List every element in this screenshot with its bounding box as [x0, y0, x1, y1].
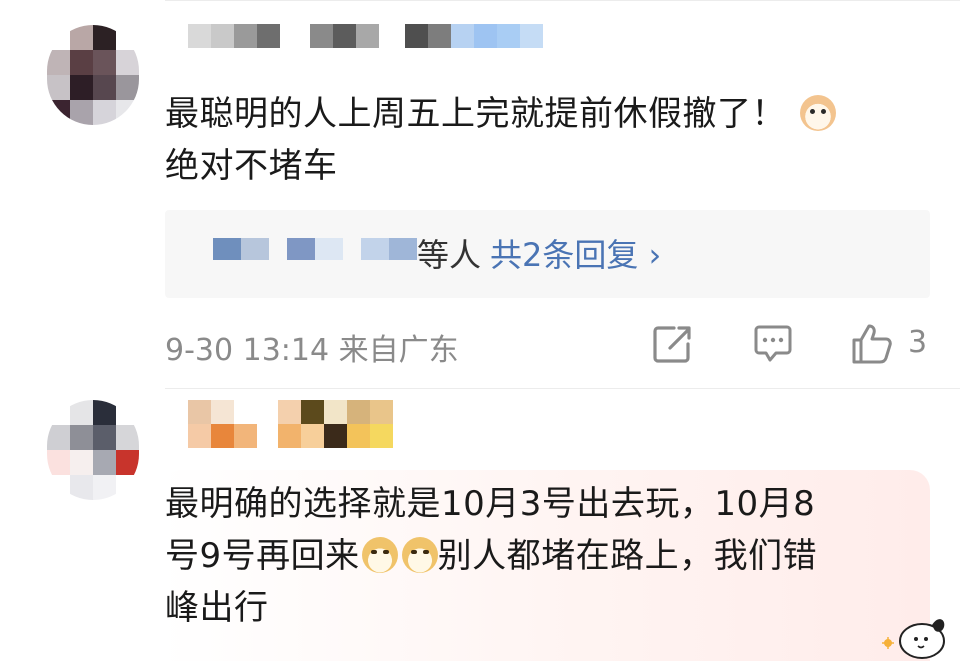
reply-preview-box[interactable]: 等人 共2条回复 › [165, 210, 930, 298]
doge-emoji-icon [401, 537, 438, 573]
like-count: 3 [908, 325, 928, 360]
view-replies-link[interactable]: 共2条回复 › [490, 230, 661, 276]
cat-face-emoji-icon [800, 95, 836, 131]
comment-line-3: 峰出行 [165, 588, 269, 628]
username-blurred[interactable] [188, 24, 543, 72]
chevron-right-icon: › [648, 236, 662, 274]
comment-line-2a: 号9号再回来 [165, 536, 360, 576]
top-divider [165, 0, 960, 1]
comment-line-1: 最明确的选择就是10月3号出去玩，10月8 [165, 484, 816, 524]
reply-users-suffix: 等人 [417, 236, 482, 274]
like-icon[interactable] [850, 322, 894, 366]
comment-timestamp-location: 9-30 13:14 来自广东 [165, 333, 459, 368]
comment-line-1: 最聪明的人上周五上完就提前休假撤了！ [165, 94, 786, 134]
comment-line-2b: 别人都堵在路上，我们错 [437, 536, 818, 576]
comment-line-2: 绝对不堵车 [165, 146, 338, 186]
reply-usernames-blurred [213, 238, 417, 260]
avatar[interactable] [47, 25, 139, 125]
dog-sticker-icon [882, 619, 945, 659]
share-icon[interactable] [650, 322, 694, 366]
comment-icon[interactable] [751, 322, 795, 366]
comment-text: 最明确的选择就是10月3号出去玩，10月8 号9号再回来 别人都堵在路上，我们错 … [165, 478, 925, 634]
replies-count-label: 共2条回复 [490, 236, 639, 274]
avatar[interactable] [47, 400, 139, 500]
comment-text: 最聪明的人上周五上完就提前休假撤了！ 绝对不堵车 [165, 88, 945, 192]
doge-emoji-icon [361, 537, 398, 573]
username-badge-blurred [188, 424, 393, 448]
comment-divider [165, 388, 960, 389]
